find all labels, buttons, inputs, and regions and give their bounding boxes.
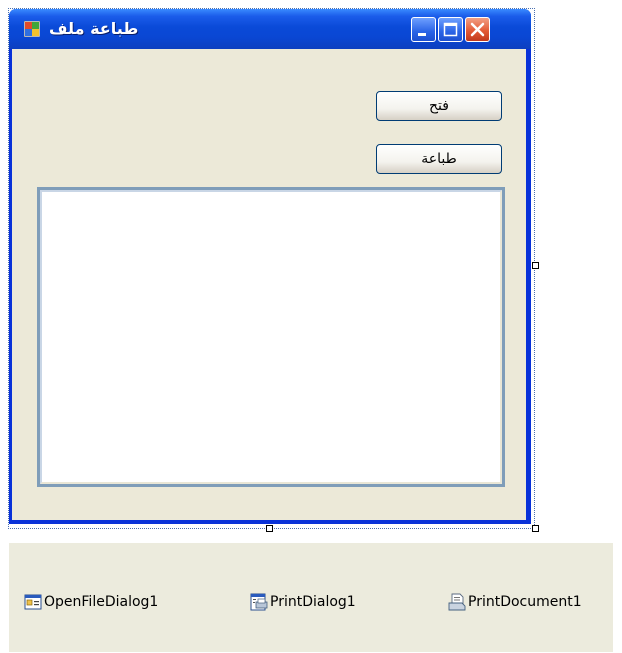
resize-handle-bottom[interactable] bbox=[266, 525, 273, 532]
close-icon bbox=[470, 22, 485, 37]
minimize-icon bbox=[418, 33, 426, 36]
minimize-button[interactable] bbox=[411, 17, 436, 42]
resize-handle-right[interactable] bbox=[532, 262, 539, 269]
title-bar[interactable]: طباعة ملف bbox=[9, 9, 531, 49]
window-title: طباعة ملف bbox=[49, 19, 139, 38]
maximize-icon bbox=[443, 22, 458, 37]
maximize-button[interactable] bbox=[438, 17, 463, 42]
tray-item-openfiledialog[interactable]: OpenFileDialog1 bbox=[24, 593, 158, 611]
tray-item-printdocument[interactable]: PrintDocument1 bbox=[448, 593, 582, 611]
component-tray: OpenFileDialog1 PrintDialog1 PrintDocume… bbox=[9, 543, 613, 652]
form-window: طباعة ملف فتح طباعة bbox=[9, 9, 531, 524]
open-button[interactable]: فتح bbox=[376, 91, 502, 121]
open-file-dialog-icon bbox=[24, 593, 42, 611]
tray-item-label: OpenFileDialog1 bbox=[44, 594, 159, 610]
close-button[interactable] bbox=[465, 17, 490, 42]
open-button-label: فتح bbox=[429, 98, 449, 114]
tray-item-label: PrintDialog1 bbox=[270, 594, 356, 610]
print-button[interactable]: طباعة bbox=[376, 144, 502, 174]
tray-item-printdialog[interactable]: PrintDialog1 bbox=[250, 593, 356, 611]
app-icon[interactable] bbox=[23, 20, 41, 38]
resize-handle-bottom-right[interactable] bbox=[532, 525, 539, 532]
tray-item-label: PrintDocument1 bbox=[468, 594, 582, 610]
content-textbox[interactable] bbox=[37, 187, 505, 487]
form-client-area: فتح طباعة bbox=[12, 49, 526, 520]
print-button-label: طباعة bbox=[421, 151, 457, 167]
print-document-icon bbox=[448, 593, 466, 611]
print-dialog-icon bbox=[250, 593, 268, 611]
